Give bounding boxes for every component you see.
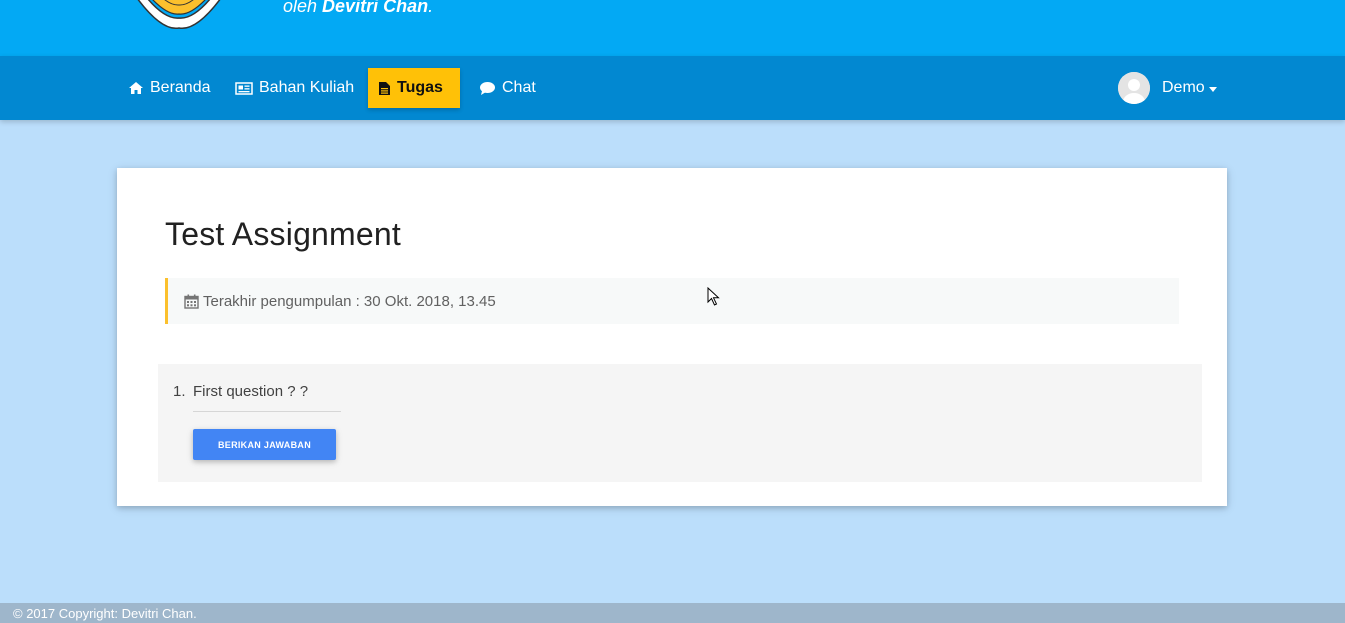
deadline-text: Terakhir pengumpulan : 30 Okt. 2018, 13.… — [203, 292, 496, 310]
question-item: 1. First question ? ? BERIKAN JAWABAN — [158, 364, 1202, 482]
nav-item-beranda[interactable]: Beranda — [118, 68, 221, 108]
question-number: 1. — [173, 383, 186, 400]
user-name: Demo — [1162, 79, 1205, 96]
deadline-notice: Terakhir pengumpulan : 30 Okt. 2018, 13.… — [165, 278, 1179, 324]
banner-tagline: oleh Devitri Chan. — [283, 0, 433, 17]
newspaper-icon — [235, 81, 253, 95]
home-icon — [129, 82, 143, 94]
book-emblem-logo — [137, 0, 221, 29]
nav-item-label: Tugas — [397, 79, 443, 96]
footer: © 2017 Copyright: Devitri Chan. — [0, 603, 1345, 623]
answer-button[interactable]: BERIKAN JAWABAN — [193, 429, 336, 460]
nav-item-label: Bahan Kuliah — [259, 79, 355, 96]
question-text: First question ? ? — [193, 383, 309, 400]
footer-copyright: © 2017 Copyright: Devitri Chan. — [13, 605, 197, 621]
divider — [193, 411, 341, 412]
nav-item-label: Beranda — [150, 79, 211, 96]
nav-item-chat[interactable]: Chat — [469, 68, 546, 108]
tagline-suffix: . — [428, 0, 434, 16]
mouse-cursor-icon — [707, 287, 720, 306]
nav-item-tugas[interactable]: Tugas — [368, 68, 460, 108]
page-title: Test Assignment — [165, 216, 401, 252]
avatar — [1118, 72, 1150, 104]
tagline-author: Devitri Chan — [322, 0, 429, 16]
user-menu[interactable]: Demo — [1118, 72, 1217, 104]
main-navbar: Beranda Bahan Kuliah Tugas Chat Demo — [0, 56, 1345, 120]
calendar-icon — [184, 294, 199, 309]
comment-icon — [480, 81, 495, 95]
tagline-prefix: oleh — [283, 0, 323, 16]
nav-item-label: Chat — [502, 79, 536, 96]
chevron-down-icon — [1208, 86, 1217, 92]
assignment-card: Test Assignment Terakhir pengumpulan : 3… — [117, 168, 1227, 506]
nav-item-bahan-kuliah[interactable]: Bahan Kuliah — [225, 68, 364, 108]
top-banner: oleh Devitri Chan. — [0, 0, 1345, 56]
file-text-icon — [379, 81, 390, 95]
